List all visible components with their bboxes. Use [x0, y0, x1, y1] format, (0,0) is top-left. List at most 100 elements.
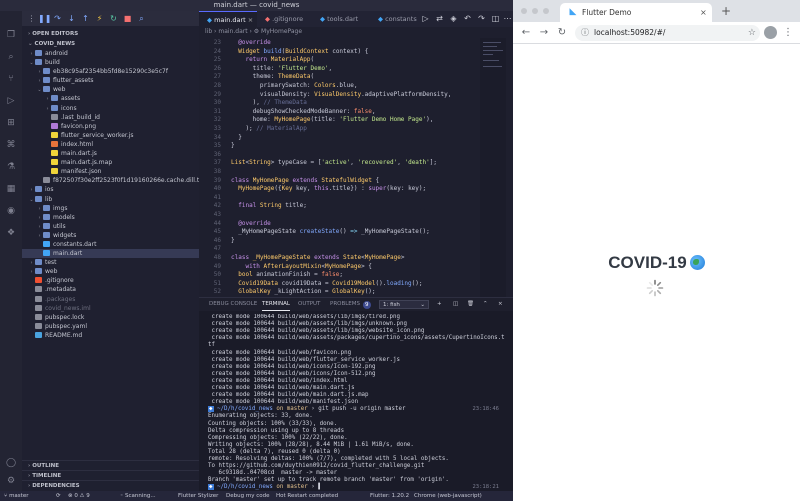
sync-status[interactable]: ⟳ — [56, 491, 61, 501]
tree-file[interactable]: README.md — [22, 331, 199, 340]
code-line[interactable]: final String title; — [231, 202, 307, 209]
code-line[interactable]: } — [231, 142, 235, 149]
browser-menu-icon[interactable]: ⋮ — [783, 25, 793, 41]
flutter-version[interactable]: Flutter: 1.20.2 — [370, 491, 409, 501]
tree-file[interactable]: manifest.json — [22, 167, 199, 176]
tree-folder[interactable]: › android — [22, 49, 199, 58]
code-editor[interactable]: 23 @override 24 Widget build(BuildContext… — [199, 38, 513, 297]
run-icon[interactable]: ▷ — [421, 14, 430, 23]
reload-icon[interactable]: ↻ — [555, 25, 569, 41]
tree-file[interactable]: .packages — [22, 295, 199, 304]
timeline-header[interactable]: › TIMELINE — [22, 470, 199, 480]
dependencies-header[interactable]: › DEPENDENCIES — [22, 480, 199, 490]
docker-icon[interactable]: ▦ — [5, 183, 17, 195]
tree-folder[interactable]: ⌄ build — [22, 58, 199, 67]
tab-gitignore[interactable]: ◆ .gitignore — [257, 11, 312, 27]
flutter-inspector-icon[interactable]: ◈ — [449, 14, 458, 23]
tree-folder[interactable]: › icons — [22, 104, 199, 113]
tab-tools-dart[interactable]: ◆ tools.dart — [312, 11, 370, 27]
more-actions-icon[interactable]: ⋯ — [503, 14, 512, 23]
code-line[interactable]: debugShowCheckedModeBanner: false, — [231, 108, 376, 115]
code-line[interactable]: title: 'Flutter Demo', — [231, 65, 333, 72]
tree-folder[interactable]: › eb38c95af2354bb5fd8e15290c3e5c7f — [22, 67, 199, 76]
split-editor-icon[interactable]: ◫ — [491, 14, 500, 23]
maximize-panel-icon[interactable]: ⌃ — [483, 298, 488, 311]
device-selector[interactable]: Chrome (web-javascript) — [414, 491, 482, 501]
git-branch[interactable]: ⑂ master — [4, 491, 28, 501]
tree-folder[interactable]: ⌄ lib — [22, 195, 199, 204]
remote-icon[interactable]: ⌘ — [5, 139, 17, 151]
new-tab-button[interactable]: + — [721, 4, 731, 18]
code-line[interactable]: ), // ThemeData — [231, 99, 307, 106]
terminal-select[interactable]: 1: fish ⌄ — [379, 300, 429, 309]
hot-reload-icon[interactable]: ⚡ — [94, 13, 105, 24]
tab-main-dart[interactable]: ◆ main.dart × — [199, 11, 257, 27]
source-control-icon[interactable]: ⑂ — [5, 73, 17, 85]
terminal-output[interactable]: create mode 100644 build/web/assets/lib/… — [199, 314, 513, 490]
testing-icon[interactable]: ⚗ — [5, 161, 17, 173]
tab-output[interactable]: OUTPUT — [298, 298, 320, 311]
step-into-icon[interactable]: ↓ — [66, 13, 77, 24]
go-forward-icon[interactable]: ↷ — [477, 14, 486, 23]
tree-folder[interactable]: › models — [22, 213, 199, 222]
code-line[interactable]: ); // MaterialApp — [231, 125, 306, 132]
tree-folder[interactable]: › flutter_assets — [22, 76, 199, 85]
code-line[interactable]: home: MyHomePage(title: 'Flutter Demo Ho… — [231, 116, 434, 123]
run-debug-icon[interactable]: ▷ — [5, 95, 17, 107]
open-editors-header[interactable]: › OPEN EDITORS — [22, 29, 199, 39]
address-bar[interactable]: ⓘ localhost:50982/#/ ☆ — [575, 25, 760, 41]
zoom-window-button[interactable] — [543, 8, 549, 14]
flutter-icon[interactable]: ❖ — [5, 227, 17, 239]
code-line[interactable]: _MyHomePageState createState() => _MyHom… — [231, 228, 430, 235]
breadcrumb[interactable]: lib › main.dart › ⚙ MyHomePage — [199, 27, 513, 37]
tab-terminal[interactable]: TERMINAL — [262, 298, 290, 311]
code-line[interactable]: class MyHomePage extends StatefulWidget … — [231, 177, 379, 184]
stop-icon[interactable]: ■ — [122, 13, 133, 24]
tree-folder[interactable]: › web — [22, 267, 199, 276]
tree-folder[interactable]: › ios — [22, 185, 199, 194]
code-line[interactable]: GlobalKey _kLightAction = GlobalKey(); — [231, 288, 375, 295]
tree-file[interactable]: .last_build_id — [22, 113, 199, 122]
restart-icon[interactable]: ↻ — [108, 13, 119, 24]
close-panel-icon[interactable]: × — [498, 298, 503, 311]
code-line[interactable]: @override — [231, 220, 271, 227]
code-line[interactable]: primarySwatch: Colors.blue, — [231, 82, 358, 89]
tree-folder[interactable]: › widgets — [22, 231, 199, 240]
kill-terminal-icon[interactable]: 🗑 — [467, 298, 474, 311]
minimap[interactable] — [480, 38, 506, 297]
tree-file[interactable]: covid_news.iml — [22, 304, 199, 313]
pause-icon[interactable]: ❚❚ — [38, 13, 51, 24]
code-line[interactable]: theme: ThemeData( — [231, 73, 314, 80]
bookmark-star-icon[interactable]: ☆ — [748, 25, 756, 41]
settings-gear-icon[interactable]: ⚙ — [5, 475, 17, 487]
tab-debug-console[interactable]: DEBUG CONSOLE — [209, 298, 257, 311]
devtools-icon[interactable]: ⌕ — [136, 13, 147, 24]
forward-icon[interactable]: → — [537, 25, 551, 41]
code-line[interactable]: return MaterialApp( — [231, 56, 314, 63]
flutter-stylizer-status[interactable]: Flutter Stylizer — [178, 491, 218, 501]
tree-file[interactable]: .metadata — [22, 285, 199, 294]
code-line[interactable]: List<String> typeCase = ['active', 'reco… — [231, 159, 437, 166]
project-root-header[interactable]: ⌄ COVID_NEWS — [22, 39, 199, 49]
outline-header[interactable]: › OUTLINE — [22, 460, 199, 470]
code-line[interactable]: } — [231, 134, 242, 141]
browser-tab[interactable]: ◣ Flutter Demo × — [560, 3, 712, 22]
code-line[interactable]: class _MyHomePageState extends State<MyH… — [231, 254, 404, 261]
tab-problems[interactable]: PROBLEMS — [330, 298, 360, 311]
tab-constants[interactable]: ◆ constants — [370, 11, 418, 27]
account-icon[interactable]: ◯ — [5, 457, 17, 469]
tree-file[interactable]: favicon.png — [22, 122, 199, 131]
code-line[interactable]: } — [231, 237, 235, 244]
close-window-button[interactable] — [521, 8, 527, 14]
tree-file[interactable]: .gitignore — [22, 276, 199, 285]
search-icon[interactable]: ⌕ — [5, 51, 17, 63]
tree-file[interactable]: f872507f30e2ff2523f0f1d19160266e.cache.d… — [22, 176, 199, 185]
code-line[interactable]: bool animationFinish = false; — [231, 271, 343, 278]
tree-file[interactable]: index.html — [22, 140, 199, 149]
tree-file[interactable]: flutter_service_worker.js — [22, 131, 199, 140]
code-line[interactable]: Widget build(BuildContext context) { — [231, 48, 368, 55]
tree-folder[interactable]: › utils — [22, 222, 199, 231]
tree-folder[interactable]: › imgs — [22, 204, 199, 213]
site-info-icon[interactable]: ⓘ — [581, 25, 589, 41]
step-out-icon[interactable]: ↑ — [80, 13, 91, 24]
